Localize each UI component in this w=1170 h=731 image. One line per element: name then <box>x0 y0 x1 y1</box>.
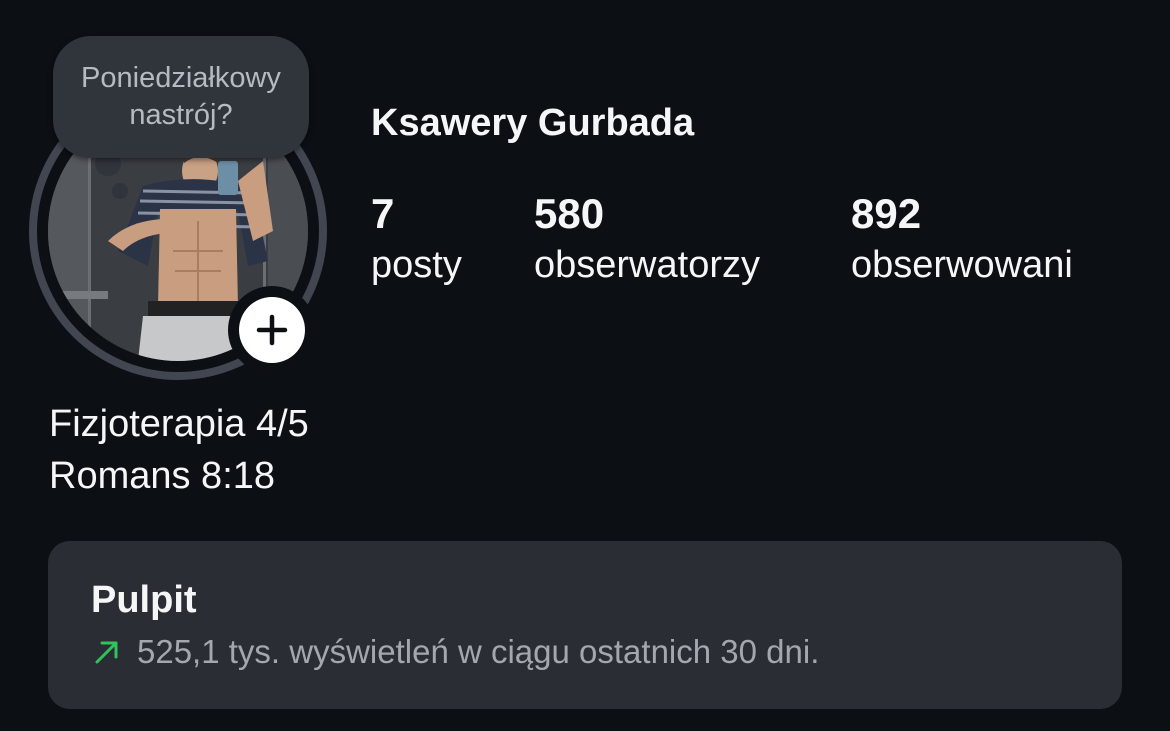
posts-stat[interactable]: 7 posty <box>371 190 462 292</box>
dashboard-subtitle: 525,1 tys. wyświetleń w ciągu ostatnich … <box>91 633 819 671</box>
dashboard-stat-text: 525,1 tys. wyświetleń w ciągu ostatnich … <box>137 633 820 670</box>
bio: Fizjoterapia 4/5 Romans 8:18 <box>49 398 309 502</box>
dashboard-card[interactable]: Pulpit 525,1 tys. wyświetleń w ciągu ost… <box>48 541 1122 709</box>
bio-line: Romans 8:18 <box>49 455 276 497</box>
profile-name: Ksawery Gurbada <box>371 102 695 144</box>
followers-stat[interactable]: 580 obserwatorzy <box>534 190 760 292</box>
add-story-button-inner <box>239 297 305 363</box>
note-text: Poniedziałkowy nastrój? <box>81 62 281 131</box>
add-story-button[interactable] <box>228 286 316 374</box>
arrow-up-right-icon <box>95 641 118 664</box>
note-bubble-tail-small <box>112 183 128 199</box>
profile-page: Poniedziałkowy nastrój? Ksawery Gurbada … <box>0 0 1170 731</box>
followers-count: 580 <box>534 190 605 237</box>
followers-label: obserwatorzy <box>534 244 760 286</box>
bio-line: Fizjoterapia 4/5 <box>49 403 309 445</box>
posts-count: 7 <box>371 190 395 237</box>
posts-label: posty <box>371 244 462 286</box>
plus-icon <box>256 314 288 346</box>
following-stat[interactable]: 892 obserwowani <box>851 190 1073 292</box>
following-count: 892 <box>851 190 922 237</box>
dashboard-title: Pulpit <box>91 579 197 621</box>
following-label: obserwowani <box>851 244 1073 286</box>
note-bubble[interactable]: Poniedziałkowy nastrój? <box>53 36 309 158</box>
